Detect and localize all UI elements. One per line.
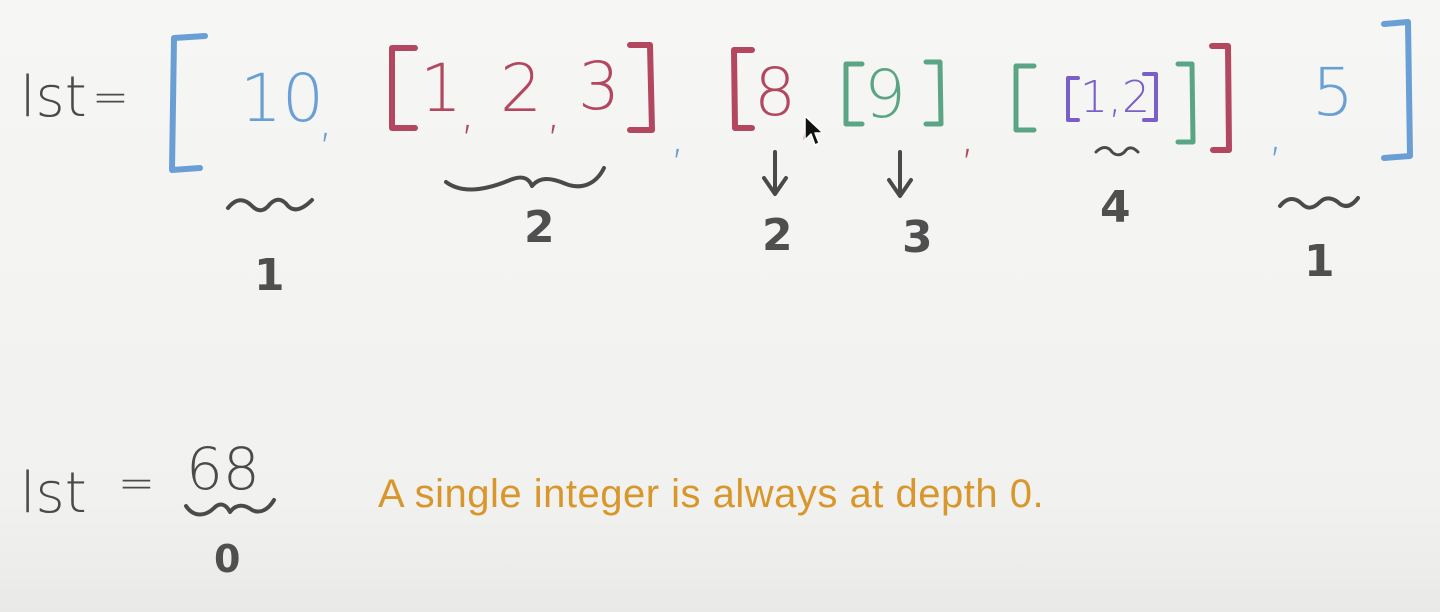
deep-list-values: 1,2 bbox=[1080, 72, 1150, 123]
depth-label-list123: 2 bbox=[524, 202, 555, 253]
integer-depth-label: 0 bbox=[214, 537, 241, 581]
value-three: 3 bbox=[578, 48, 620, 125]
comma-inner-a: , bbox=[460, 84, 476, 140]
comma-after-list: , bbox=[670, 108, 686, 164]
bottom-equals-sign: = bbox=[118, 458, 155, 509]
comma-inner-b: , bbox=[546, 84, 562, 140]
depth-rule-note: A single integer is always at depth 0. bbox=[378, 472, 1045, 516]
comma-after-nine: , bbox=[960, 108, 976, 164]
value-five: 5 bbox=[1312, 54, 1354, 131]
depth-label-eight: 2 bbox=[762, 210, 793, 261]
comma-after-ten: , bbox=[318, 92, 334, 148]
integer-value: 68 bbox=[186, 435, 260, 503]
list-variable-label: lst bbox=[20, 65, 87, 130]
value-nine: 9 bbox=[864, 56, 906, 133]
value-eight: 8 bbox=[754, 54, 796, 131]
equals-sign: = bbox=[92, 72, 129, 123]
value-two: 2 bbox=[500, 50, 542, 127]
value-ten: 10 bbox=[240, 60, 324, 137]
bottom-variable-label: lst bbox=[20, 461, 87, 526]
mouse-cursor-icon bbox=[804, 115, 824, 146]
depth-label-inner-list: 4 bbox=[1100, 182, 1131, 233]
depth-label-nine: 3 bbox=[902, 212, 933, 263]
depth-label-five: 1 bbox=[1304, 236, 1335, 287]
whiteboard-canvas bbox=[0, 0, 1440, 612]
value-one: 1 bbox=[420, 50, 462, 127]
depth-label-ten: 1 bbox=[254, 250, 285, 301]
comma-before-five: , bbox=[1268, 106, 1284, 162]
